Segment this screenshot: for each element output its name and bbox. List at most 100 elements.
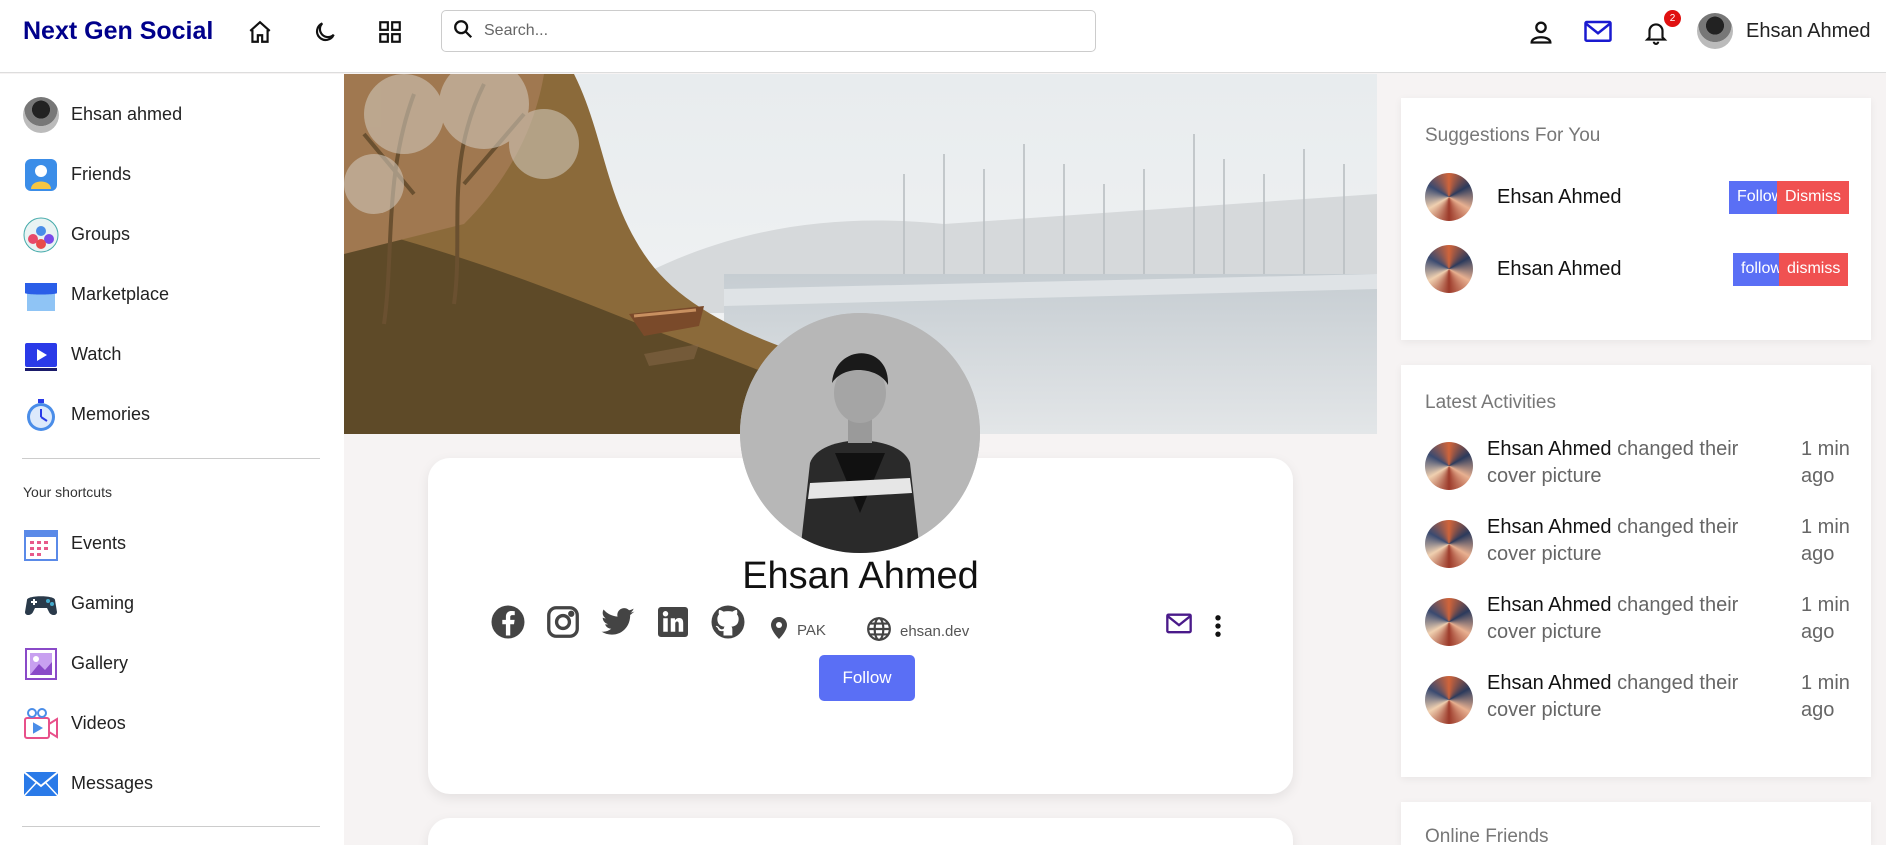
sidebar-item-label: Events <box>71 533 127 553</box>
activities-title: Latest Activities <box>1425 392 1556 413</box>
nav-user-menu[interactable]: Ehsan Ahmed <box>1697 13 1871 49</box>
moon-icon[interactable] <box>310 17 340 47</box>
facebook-icon[interactable] <box>490 604 526 640</box>
activity-text: Ehsan Ahmed changed their cover picture <box>1487 438 1739 487</box>
watch-icon <box>22 336 59 373</box>
activity-item: Ehsan Ahmed changed their cover picture … <box>1425 594 1850 654</box>
suggestions-panel: Suggestions For You Ehsan Ahmed Follow D… <box>1401 98 1871 340</box>
search-input[interactable] <box>484 22 1074 40</box>
memories-icon <box>22 396 59 433</box>
notification-badge: 2 <box>1664 10 1681 27</box>
more-options-icon[interactable] <box>1210 612 1226 645</box>
sidebar-item-label: Videos <box>71 713 126 733</box>
bell-icon[interactable]: 2 <box>1641 10 1681 47</box>
avatar[interactable] <box>1425 520 1473 568</box>
sidebar-divider <box>22 826 320 827</box>
friends-icon <box>22 156 59 193</box>
activity-time: 1 min ago <box>1801 672 1850 721</box>
marketplace-icon <box>22 276 59 313</box>
gallery-icon <box>22 645 59 682</box>
website-text: ehsan.dev <box>900 622 970 640</box>
twitter-icon[interactable] <box>600 604 636 640</box>
navbar: Next Gen Social 2 Ehsan Ahmed <box>0 0 1886 73</box>
instagram-icon[interactable] <box>545 604 581 640</box>
activity-time: 1 min ago <box>1801 438 1850 487</box>
sidebar-item-friends[interactable]: Friends <box>22 156 131 193</box>
globe-icon <box>866 616 892 646</box>
suggestion-dismiss-button[interactable]: Dismiss <box>1777 180 1849 214</box>
messages-icon <box>22 765 59 802</box>
activity-user[interactable]: Ehsan Ahmed <box>1487 438 1612 460</box>
grid-icon[interactable] <box>375 17 405 47</box>
sidebar-item-label: Friends <box>71 164 132 184</box>
brand-logo[interactable]: Next Gen Social <box>23 17 213 46</box>
online-friends-panel: Online Friends <box>1401 802 1871 845</box>
sidebar-item-profile[interactable]: Ehsan ahmed <box>22 96 182 133</box>
home-icon[interactable] <box>245 17 275 47</box>
suggestion-name: Ehsan Ahmed <box>1497 257 1622 280</box>
avatar <box>1697 13 1733 49</box>
suggestion-name: Ehsan Ahmed <box>1497 185 1622 208</box>
left-sidebar: Ehsan ahmed Friends Groups Marketplace W… <box>0 74 344 845</box>
location-text: PAK <box>797 621 826 639</box>
videos-icon <box>22 705 59 742</box>
sidebar-item-gaming[interactable]: Gaming <box>22 585 134 622</box>
location-info: PAK <box>769 616 826 644</box>
activity-item: Ehsan Ahmed changed their cover picture … <box>1425 516 1850 576</box>
activity-user[interactable]: Ehsan Ahmed <box>1487 516 1612 538</box>
activity-user[interactable]: Ehsan Ahmed <box>1487 672 1612 694</box>
sidebar-item-videos[interactable]: Videos <box>22 705 126 742</box>
activity-text: Ehsan Ahmed changed their cover picture <box>1487 594 1739 643</box>
suggestions-title: Suggestions For You <box>1425 125 1601 146</box>
avatar[interactable] <box>1425 442 1473 490</box>
groups-icon <box>22 216 59 253</box>
activities-panel: Latest Activities Ehsan Ahmed changed th… <box>1401 365 1871 777</box>
avatar[interactable] <box>1425 676 1473 724</box>
sidebar-item-gallery[interactable]: Gallery <box>22 645 128 682</box>
suggestion-dismiss-button[interactable]: dismiss <box>1779 252 1849 286</box>
profile-name: Ehsan Ahmed <box>742 555 979 597</box>
sidebar-item-label: Watch <box>71 344 122 364</box>
website-info[interactable]: ehsan.dev <box>866 616 969 646</box>
activity-user[interactable]: Ehsan Ahmed <box>1487 594 1612 616</box>
message-icon[interactable] <box>1165 612 1193 641</box>
search-bar <box>441 10 1096 52</box>
sidebar-item-label: Marketplace <box>71 284 170 304</box>
mail-icon[interactable] <box>1583 17 1613 47</box>
activity-item: Ehsan Ahmed changed their cover picture … <box>1425 438 1850 498</box>
sidebar-divider <box>22 458 320 459</box>
shortcuts-title: Your shortcuts <box>23 484 112 500</box>
activity-text: Ehsan Ahmed changed their cover picture <box>1487 672 1739 721</box>
search-icon <box>452 18 474 45</box>
sidebar-item-memories[interactable]: Memories <box>22 396 150 433</box>
sidebar-item-marketplace[interactable]: Marketplace <box>22 276 169 313</box>
profile-picture[interactable] <box>740 313 980 553</box>
activity-time: 1 min ago <box>1801 594 1850 643</box>
social-links <box>490 604 746 640</box>
avatar[interactable] <box>1425 245 1473 293</box>
sidebar-item-label: Memories <box>71 404 151 424</box>
github-icon[interactable] <box>710 604 746 640</box>
avatar[interactable] <box>1425 598 1473 646</box>
person-icon[interactable] <box>1526 17 1556 47</box>
events-icon <box>22 525 59 562</box>
sidebar-item-events[interactable]: Events <box>22 525 126 562</box>
sidebar-item-watch[interactable]: Watch <box>22 336 121 373</box>
online-friends-title: Online Friends <box>1425 826 1549 845</box>
avatar[interactable] <box>1425 173 1473 221</box>
follow-button[interactable]: Follow <box>819 655 915 701</box>
post-card <box>428 818 1293 845</box>
sidebar-item-label: Messages <box>71 773 154 793</box>
suggestion-item: Ehsan Ahmed follow dismiss <box>1425 245 1849 293</box>
sidebar-item-label: Gallery <box>71 653 129 673</box>
sidebar-item-messages[interactable]: Messages <box>22 765 153 802</box>
user-avatar <box>22 96 59 133</box>
activity-text: Ehsan Ahmed changed their cover picture <box>1487 516 1739 565</box>
activity-item: Ehsan Ahmed changed their cover picture … <box>1425 672 1850 732</box>
gaming-icon <box>22 585 59 622</box>
sidebar-item-label: Ehsan ahmed <box>71 104 183 124</box>
suggestion-item: Ehsan Ahmed Follow Dismiss <box>1425 173 1849 221</box>
linkedin-icon[interactable] <box>655 604 691 640</box>
sidebar-item-groups[interactable]: Groups <box>22 216 130 253</box>
sidebar-item-label: Groups <box>71 224 131 244</box>
